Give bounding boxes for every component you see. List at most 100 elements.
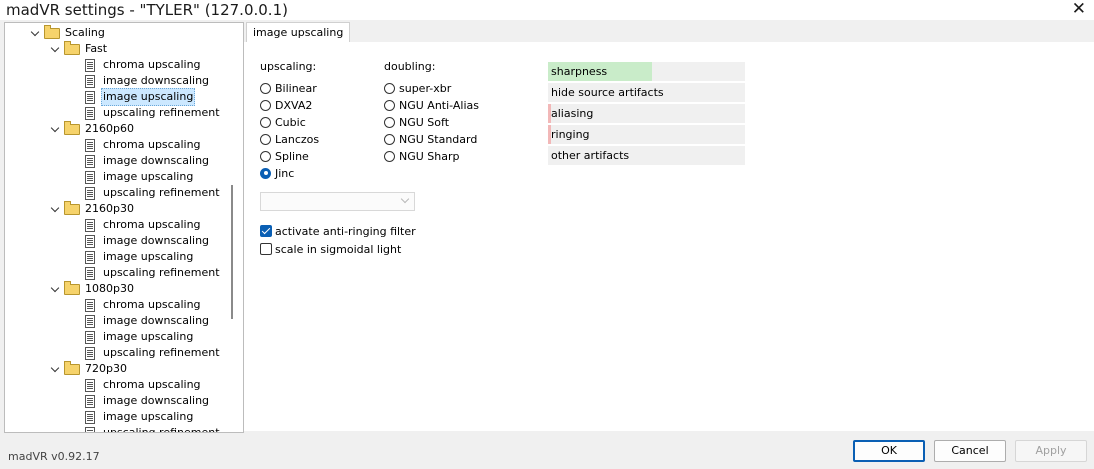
window-title: madVR settings - "TYLER" (127.0.0.1) bbox=[6, 1, 288, 19]
tree-page[interactable]: image downscaling bbox=[85, 233, 211, 249]
radio-button[interactable] bbox=[260, 116, 271, 128]
document-icon bbox=[85, 298, 95, 312]
upscaling-option[interactable]: Cubic bbox=[260, 114, 306, 130]
tree-page[interactable]: chroma upscaling bbox=[85, 297, 203, 313]
chevron-down-icon[interactable] bbox=[51, 45, 60, 54]
tree-page[interactable]: image downscaling bbox=[85, 393, 211, 409]
radio-button[interactable] bbox=[260, 167, 271, 179]
upscaling-label: upscaling: bbox=[260, 60, 317, 73]
tree-item-label: chroma upscaling bbox=[103, 298, 201, 311]
doubling-option[interactable]: NGU Sharp bbox=[384, 148, 460, 164]
radio-button[interactable] bbox=[384, 133, 395, 145]
tree-page[interactable]: chroma upscaling bbox=[85, 377, 203, 393]
radio-button[interactable] bbox=[260, 99, 271, 111]
tree-page[interactable]: image upscaling bbox=[85, 249, 195, 265]
upscaling-option[interactable]: Spline bbox=[260, 148, 309, 164]
tree-item-label: image upscaling bbox=[103, 410, 194, 423]
tree-page[interactable]: chroma upscaling bbox=[85, 57, 203, 73]
radio-button[interactable] bbox=[260, 82, 271, 94]
tree-page[interactable]: image downscaling bbox=[85, 313, 211, 329]
chevron-down-icon[interactable] bbox=[51, 365, 60, 374]
checkbox-label: activate anti-ringing filter bbox=[275, 224, 416, 238]
tree-page[interactable]: upscaling refinement bbox=[85, 185, 222, 201]
doubling-option[interactable]: super-xbr bbox=[384, 80, 451, 96]
tree-item-label: image downscaling bbox=[103, 394, 210, 407]
radio-button[interactable] bbox=[384, 82, 395, 94]
upscaling-option[interactable]: Bilinear bbox=[260, 80, 317, 96]
upscaling-option[interactable]: DXVA2 bbox=[260, 97, 312, 113]
tree-page[interactable]: upscaling refinement bbox=[85, 265, 222, 281]
radio-button[interactable] bbox=[260, 133, 271, 145]
close-icon[interactable]: ✕ bbox=[1072, 0, 1086, 19]
quality-bar: hide source artifacts bbox=[548, 83, 745, 102]
algorithm-dropdown[interactable] bbox=[260, 192, 415, 211]
tree-folder[interactable]: 1080p30 bbox=[51, 280, 136, 297]
tree-folder[interactable]: 720p30 bbox=[51, 360, 129, 377]
tree-item-label: image upscaling bbox=[103, 250, 194, 263]
tree-folder[interactable]: Fast bbox=[51, 40, 109, 57]
document-icon bbox=[85, 378, 95, 392]
tree-page[interactable]: image upscaling bbox=[85, 409, 195, 425]
tree-item-label: Scaling bbox=[65, 26, 105, 39]
radio-label: Bilinear bbox=[275, 81, 317, 95]
checkbox-row[interactable]: activate anti-ringing filter bbox=[260, 223, 416, 239]
radio-label: super-xbr bbox=[399, 81, 452, 95]
tree-page[interactable]: chroma upscaling bbox=[85, 217, 203, 233]
document-icon bbox=[85, 74, 95, 88]
settings-tree[interactable]: Scaling Fast chroma upscaling image downsca… bbox=[4, 22, 244, 433]
quality-bar: aliasing bbox=[548, 104, 745, 123]
tree-page[interactable]: upscaling refinement bbox=[85, 105, 222, 121]
document-icon bbox=[85, 314, 95, 328]
upscaling-option[interactable]: Lanczos bbox=[260, 131, 319, 147]
document-icon bbox=[85, 170, 95, 184]
tree-folder[interactable]: Scaling bbox=[31, 24, 107, 41]
title-bar: madVR settings - "TYLER" (127.0.0.1) ✕ bbox=[0, 0, 1094, 20]
doubling-option[interactable]: NGU Standard bbox=[384, 131, 477, 147]
radio-label: Jinc bbox=[275, 166, 295, 180]
tree-folder[interactable]: 2160p30 bbox=[51, 200, 136, 217]
document-icon bbox=[85, 154, 95, 168]
tree-page[interactable]: image upscaling bbox=[85, 329, 195, 345]
radio-button[interactable] bbox=[384, 116, 395, 128]
radio-button[interactable] bbox=[260, 150, 271, 162]
document-icon bbox=[85, 266, 95, 280]
tree-item-label: image downscaling bbox=[103, 234, 210, 247]
checkbox[interactable] bbox=[260, 225, 272, 237]
ok-button[interactable]: OK bbox=[853, 440, 925, 462]
tree-page[interactable]: upscaling refinement bbox=[85, 425, 222, 432]
document-icon bbox=[85, 218, 95, 232]
tree-item-label: image downscaling bbox=[103, 74, 210, 87]
document-icon bbox=[85, 426, 95, 432]
radio-button[interactable] bbox=[384, 99, 395, 111]
tree-item-label: Fast bbox=[85, 42, 108, 55]
radio-button[interactable] bbox=[384, 150, 395, 162]
tree-folder[interactable]: 2160p60 bbox=[51, 120, 136, 137]
apply-button[interactable]: Apply bbox=[1015, 440, 1087, 462]
checkbox[interactable] bbox=[260, 243, 272, 255]
cancel-button[interactable]: Cancel bbox=[934, 440, 1006, 462]
doubling-option[interactable]: NGU Soft bbox=[384, 114, 449, 130]
document-icon bbox=[85, 330, 95, 344]
tree-page[interactable]: chroma upscaling bbox=[85, 137, 203, 153]
tree-scrollbar[interactable] bbox=[231, 185, 233, 319]
document-icon bbox=[85, 234, 95, 248]
chevron-down-icon[interactable] bbox=[51, 285, 60, 294]
chevron-down-icon bbox=[400, 194, 410, 204]
tree-page[interactable]: image upscaling bbox=[85, 88, 196, 106]
chevron-down-icon[interactable] bbox=[51, 125, 60, 134]
tree-page[interactable]: image downscaling bbox=[85, 153, 211, 169]
tree-item-label: 1080p30 bbox=[85, 282, 134, 295]
tree-item-label: image downscaling bbox=[103, 154, 210, 167]
tab-image-upscaling[interactable]: image upscaling bbox=[246, 22, 351, 43]
tree-page[interactable]: upscaling refinement bbox=[85, 345, 222, 361]
checkbox-row[interactable]: scale in sigmoidal light bbox=[260, 241, 401, 257]
chevron-down-icon[interactable] bbox=[51, 205, 60, 214]
document-icon bbox=[85, 394, 95, 408]
doubling-option[interactable]: NGU Anti-Alias bbox=[384, 97, 479, 113]
settings-page: upscaling: doubling: Bilinear DXVA2 Cubic L… bbox=[244, 42, 1094, 431]
chevron-down-icon[interactable] bbox=[31, 29, 40, 38]
tree-page[interactable]: image upscaling bbox=[85, 169, 195, 185]
radio-label: DXVA2 bbox=[275, 98, 313, 112]
upscaling-option[interactable]: Jinc bbox=[260, 165, 294, 181]
tree-page[interactable]: image downscaling bbox=[85, 73, 211, 89]
